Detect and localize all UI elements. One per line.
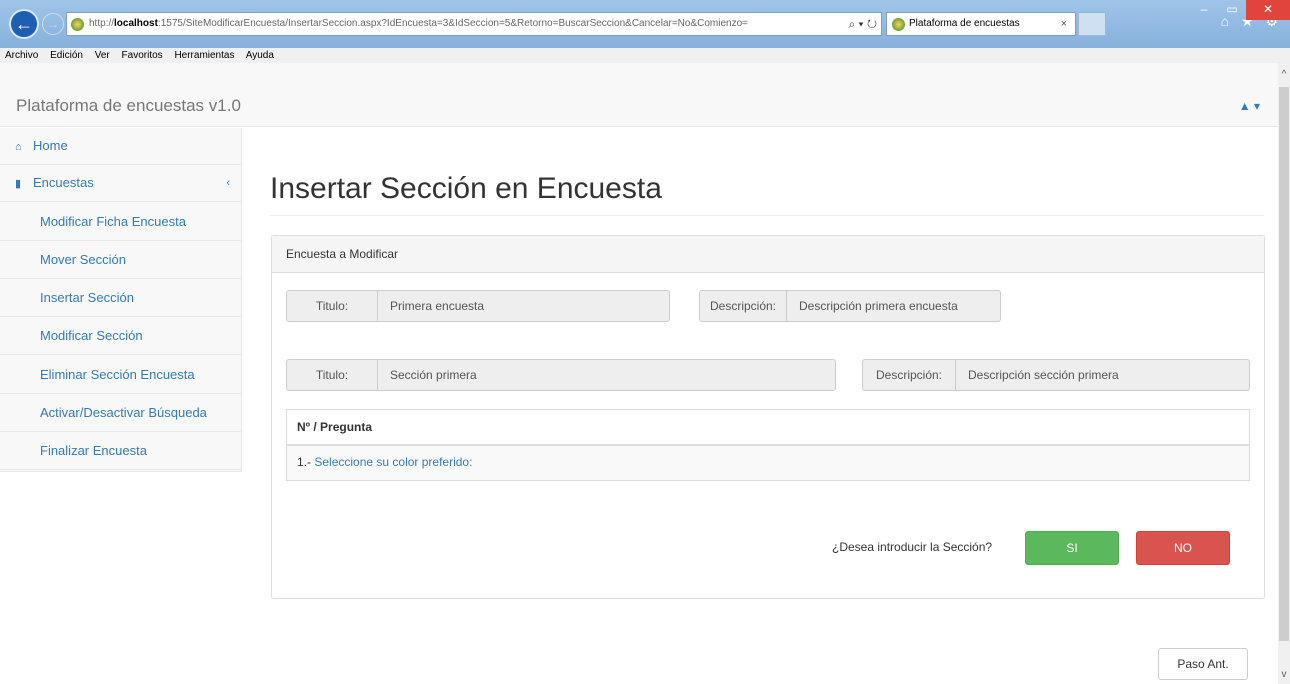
scroll-down-icon[interactable]: v [1278,669,1290,680]
encuesta-descripcion-group: Descripción: Descripción primera encuest… [699,290,1001,322]
sidebar-item-modificar-seccion[interactable]: Modificar Sección [0,318,242,355]
maximize-icon[interactable]: ▭ [1218,0,1246,20]
encuesta-titulo-group: Titulo: Primera encuesta [286,290,670,322]
url-host: localhost [114,18,158,29]
panel-heading: Encuesta a Modificar [272,236,1264,273]
table-header: Nº / Pregunta [287,410,1249,446]
app-navbar: Plataforma de encuestas v1.0 ▲ ▾ [0,63,1278,127]
menu-favoritos[interactable]: Favoritos [122,50,163,61]
sidebar-item-mover-seccion[interactable]: Mover Sección [0,242,242,279]
preguntas-table: Nº / Pregunta 1.- Seleccione su color pr… [286,409,1250,481]
encuesta-titulo-field: Primera encuesta [378,290,670,322]
seccion-titulo-label: Titulo: [286,359,378,391]
encuesta-titulo-label: Titulo: [286,290,378,322]
menu-ver[interactable]: Ver [95,50,110,61]
confirm-question: ¿Desea introducir la Sección? [832,540,993,554]
seccion-descripcion-label: Descripción: [862,359,956,391]
seccion-descripcion-field: Descripción sección primera [956,359,1250,391]
page-title: Insertar Sección en Encuesta [270,172,662,205]
si-button[interactable]: SI [1025,531,1119,565]
scroll-up-icon[interactable]: ^ [1278,69,1290,80]
close-window-icon[interactable]: ✕ [1246,0,1290,20]
tab-favicon-icon [892,18,905,31]
tab-close-icon[interactable]: × [1061,13,1067,35]
no-button[interactable]: NO [1136,531,1230,565]
table-row: 1.- Seleccione su color preferido: [287,446,1249,480]
tab-title: Plataforma de encuestas [909,18,1020,29]
seccion-titulo-field: Sección primera [378,359,836,391]
home-icon: ⌂ [15,141,22,153]
address-search-refresh-icons[interactable]: ⌕ ▾ ↻ [844,13,877,35]
minimize-icon[interactable]: – [1190,0,1218,20]
question-number: 1.- [297,455,315,469]
user-menu-icon[interactable]: ▲ ▾ [1239,99,1260,113]
sidebar-item-finalizar-encuesta[interactable]: Finalizar Encuesta [0,433,242,470]
sidebar-item-insertar-seccion[interactable]: Insertar Sección [0,280,242,317]
forward-arrow-icon[interactable]: → [42,13,64,35]
sidebar: ⌂ Home ▮ Encuestas ‹ Modificar Ficha Encue… [0,128,242,472]
sidebar-item-modificar-ficha[interactable]: Modificar Ficha Encuesta [0,204,242,241]
address-bar[interactable]: http://localhost:1575/SiteModificarEncue… [66,12,882,36]
sidebar-item-encuestas[interactable]: ▮ Encuestas ‹ [0,165,242,202]
seccion-descripcion-group: Descripción: Descripción sección primera [862,359,1250,391]
scroll-thumb[interactable] [1279,87,1289,641]
browser-menubar: Archivo Edición Ver Favoritos Herramient… [0,48,1290,63]
browser-tab[interactable]: Plataforma de encuestas × [886,12,1076,36]
paso-anterior-button[interactable]: Paso Ant. [1158,648,1248,680]
sidebar-item-label: Home [33,138,68,153]
sidebar-item-eliminar-seccion[interactable]: Eliminar Sección Encuesta [0,357,242,394]
app-brand[interactable]: Plataforma de encuestas v1.0 [16,96,241,116]
title-divider [270,215,1264,216]
back-arrow-icon[interactable]: ← [9,9,39,39]
page-favicon-icon [71,18,84,31]
encuesta-descripcion-label: Descripción: [699,290,787,322]
page-scrollbar[interactable]: ^ v [1278,63,1290,684]
question-link[interactable]: Seleccione su color preferido: [314,455,472,469]
window-controls: – ▭ ✕ [1190,0,1290,20]
browser-titlebar: ← → http://localhost:1575/SiteModificarE… [0,0,1290,48]
sidebar-item-label: Encuestas [33,175,94,190]
bookmark-icon: ▮ [15,178,22,190]
sidebar-item-home[interactable]: ⌂ Home [0,128,242,165]
menu-edicion[interactable]: Edición [50,50,83,61]
encuesta-descripcion-field: Descripción primera encuesta [787,290,1001,322]
menu-ayuda[interactable]: Ayuda [246,50,274,61]
url-prefix: http:// [89,18,115,29]
seccion-titulo-group: Titulo: Sección primera [286,359,836,391]
menu-herramientas[interactable]: Herramientas [174,50,234,61]
url-path: :1575/SiteModificarEncuesta/InsertarSecc… [157,18,748,29]
menu-archivo[interactable]: Archivo [5,50,38,61]
sidebar-item-activar-busqueda[interactable]: Activar/Desactivar Búsqueda [0,395,242,432]
collapse-chevron-icon[interactable]: ‹ [226,165,230,201]
new-tab-button[interactable] [1078,12,1106,36]
